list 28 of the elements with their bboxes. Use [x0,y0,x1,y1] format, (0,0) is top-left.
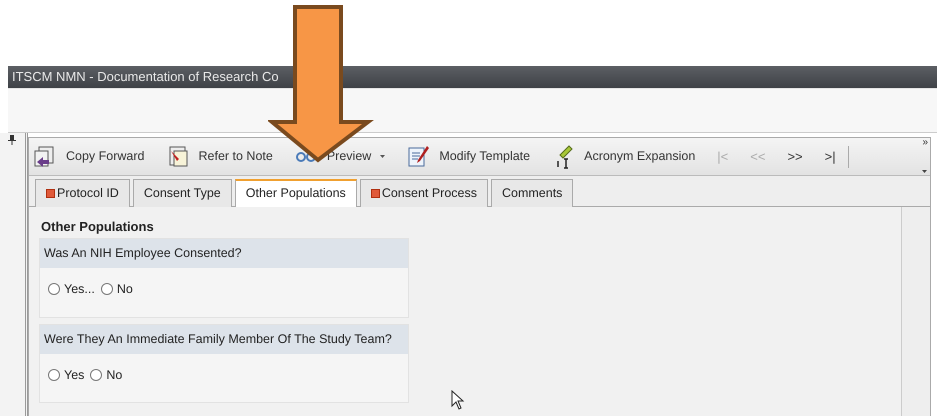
radio-option[interactable]: Yes [48,366,84,384]
flag-icon [46,188,55,198]
tab[interactable]: Other Populations [234,179,357,207]
mouse-cursor-icon [451,390,465,410]
edit-document-icon [407,144,430,168]
caret-icon [380,155,386,158]
toolbar-button[interactable]: Refer to Note [166,144,281,168]
flag-icon [370,188,380,198]
radio-option[interactable]: No [100,280,133,299]
window-title: ITSCM NMN - Documentation of Research Co [8,66,937,88]
toolbar-button[interactable]: Copy Forward [34,144,152,168]
pin-icon[interactable] [8,135,16,145]
radio-option[interactable]: No [90,366,122,384]
tab[interactable]: Consent Process [360,179,488,207]
toolbar-button[interactable]: Acronym Expansion [552,144,704,168]
tab[interactable]: Consent Type [132,179,232,207]
section-heading: Other Populations [41,218,155,236]
dropdown-caret-icon[interactable] [922,170,927,173]
nav-button[interactable]: >> [787,146,803,166]
tab[interactable]: Protocol ID [35,179,130,207]
nav-button[interactable]: >| [824,146,836,166]
radio-option[interactable]: Yes... [48,280,95,299]
overflow-button[interactable]: » [922,138,928,148]
question-label: Was An NIH Employee Consented? [40,239,408,268]
tab[interactable]: Comments [491,179,574,207]
question-label: Were They An Immediate Family Member Of The Study Team? [40,324,408,354]
toolbar-button[interactable]: Modify Template [407,144,538,168]
refer-note-icon [166,144,190,168]
